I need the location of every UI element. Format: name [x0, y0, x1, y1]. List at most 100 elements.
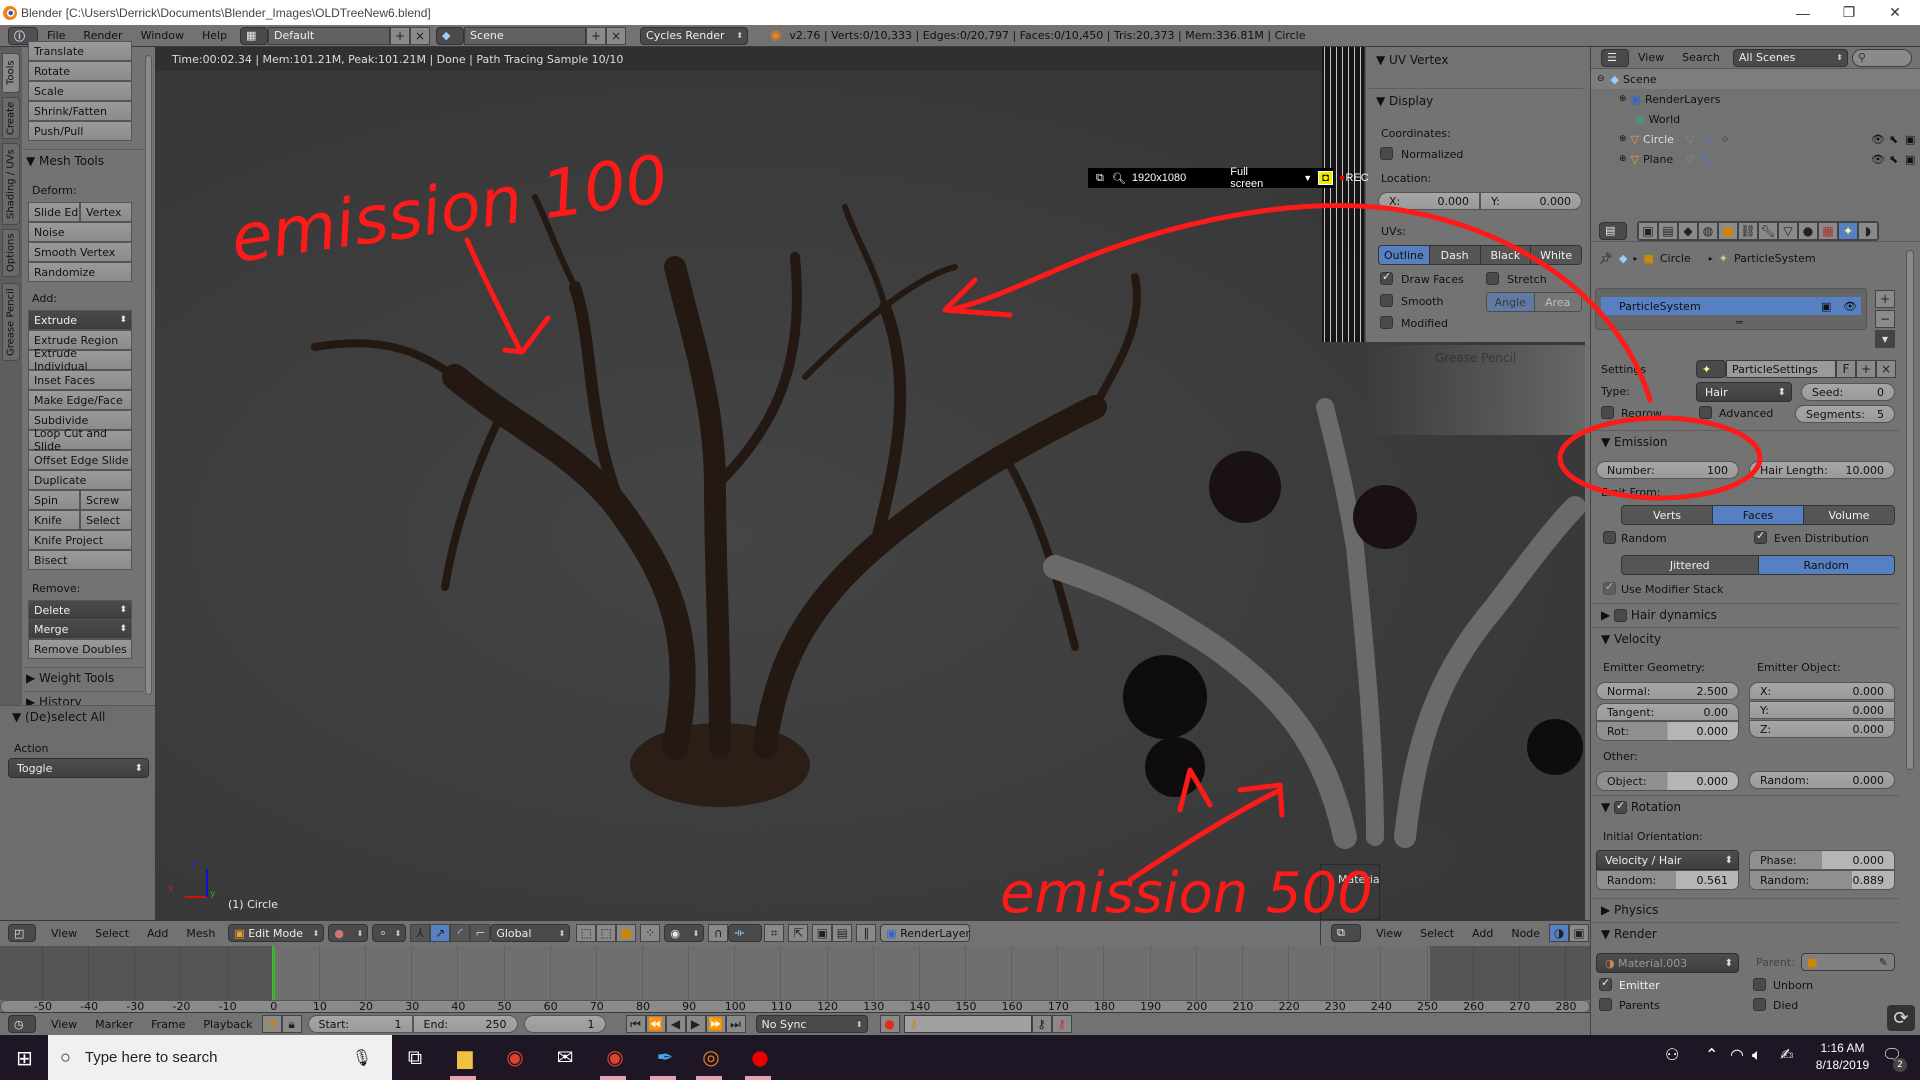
distribution-random[interactable]: Random: [1758, 556, 1894, 574]
expand-icon[interactable]: ⊕: [1619, 94, 1627, 104]
rotate-manipulator-icon[interactable]: ◜: [450, 924, 471, 942]
snap-magnet-icon[interactable]: ∩: [708, 924, 729, 942]
velocity-panel-header[interactable]: ▼ Velocity: [1601, 632, 1661, 646]
pin-icon[interactable]: 📌︎: [1599, 252, 1613, 265]
offset-edge-slide-button[interactable]: Offset Edge Slide: [28, 450, 132, 470]
stretch-mode-area[interactable]: Area: [1534, 293, 1581, 311]
preview-range-icon[interactable]: ◔: [261, 1015, 282, 1033]
layout-selector-button[interactable]: ▦: [240, 26, 269, 45]
dropdown-arrow-icon[interactable]: ▼: [1303, 173, 1312, 183]
opengl-render-image-icon[interactable]: ▣: [812, 924, 833, 942]
tab-grease-pencil[interactable]: Grease Pencil: [2, 283, 20, 361]
outliner-menu-search[interactable]: Search: [1673, 51, 1729, 64]
stretch-checkbox[interactable]: [1486, 272, 1499, 285]
chrome-icon[interactable]: ◉: [500, 1042, 530, 1072]
display-panel-header[interactable]: ▼ Display: [1376, 94, 1433, 108]
pivot-point-dropdown[interactable]: ⚬ ⬍: [372, 924, 407, 942]
visibility-eye-icon[interactable]: 👁︎: [1871, 153, 1885, 166]
render-unborn-checkbox[interactable]: [1753, 978, 1766, 991]
regrow-checkbox[interactable]: [1601, 406, 1614, 419]
end-frame-field[interactable]: End: 250: [412, 1015, 518, 1033]
screen-recorder-taskbar-icon[interactable]: ●: [745, 1042, 775, 1072]
window-mode-icon[interactable]: ⧉: [1096, 172, 1104, 185]
transform-orientation-dropdown[interactable]: Global ⬍: [490, 924, 571, 942]
taskbar-search-box[interactable]: ○ Type here to search 🎙︎: [48, 1035, 392, 1080]
playback-menu[interactable]: Playback: [194, 1018, 261, 1031]
render-panel-header[interactable]: ▼ Render: [1601, 927, 1657, 941]
emit-from-volume[interactable]: Volume: [1804, 506, 1894, 524]
layout-name-field[interactable]: Default: [268, 26, 391, 45]
shader-nodes-icon[interactable]: ◑: [1549, 924, 1570, 942]
add-layout-button[interactable]: +: [390, 26, 411, 45]
scene-selector-button[interactable]: ◆: [436, 26, 465, 45]
emission-number-field[interactable]: Number: 100: [1596, 461, 1739, 479]
maximize-button[interactable]: ❐: [1826, 0, 1872, 25]
renderability-camera-icon[interactable]: ▣: [1905, 153, 1915, 166]
spin-button[interactable]: Spin: [28, 490, 80, 510]
uv-mode-white[interactable]: White: [1531, 246, 1581, 264]
render-emitter-checkbox[interactable]: [1599, 976, 1612, 991]
emit-from-faces[interactable]: Faces: [1713, 506, 1804, 524]
edge-select-icon[interactable]: ⬚: [596, 924, 617, 942]
render-layers-tab-icon[interactable]: ▤: [1658, 221, 1678, 240]
initial-orientation-dropdown[interactable]: Velocity / Hair: [1596, 850, 1739, 870]
expand-icon[interactable]: ⊕: [1619, 134, 1627, 144]
rotation-panel-header[interactable]: ▼ Rotation: [1601, 799, 1681, 814]
scale-button[interactable]: Scale: [28, 81, 132, 101]
knife-project-button[interactable]: Knife Project: [28, 530, 132, 550]
render-toggle-icon[interactable]: ▣: [1821, 300, 1831, 313]
menu-window[interactable]: Window: [132, 29, 193, 42]
mail-icon[interactable]: ✉: [550, 1042, 580, 1072]
editor-type-3d-view-button[interactable]: ◰: [8, 924, 36, 942]
inset-faces-button[interactable]: Inset Faces: [28, 370, 132, 390]
tool-shelf-scrollbar[interactable]: [145, 55, 152, 695]
scene-tab-icon[interactable]: ◆: [1678, 221, 1698, 240]
remove-particle-system-button[interactable]: −: [1875, 310, 1895, 328]
particle-system-specials-button[interactable]: ▾: [1875, 330, 1895, 348]
emission-panel-header[interactable]: ▼ Emission: [1601, 435, 1667, 449]
node-select-menu[interactable]: Select: [1411, 927, 1463, 940]
smooth-checkbox[interactable]: [1380, 294, 1393, 307]
emit-random-checkbox[interactable]: [1603, 531, 1616, 544]
outliner-item-plane[interactable]: ⊕ ▽ Plane ▽ 🔧︎ 👁︎ ⬉ ▣: [1591, 149, 1920, 169]
knife-select-button[interactable]: Select: [80, 510, 132, 530]
delete-layout-button[interactable]: ×: [410, 26, 431, 45]
node-node-menu[interactable]: Node: [1502, 927, 1549, 940]
material-tab-icon[interactable]: ●: [1798, 221, 1818, 240]
remove-doubles-button[interactable]: Remove Doubles: [28, 639, 132, 659]
outliner-item-renderlayers[interactable]: ⊕ ▣ RenderLayers: [1591, 89, 1920, 109]
camera-icon[interactable]: ◘: [1318, 171, 1333, 185]
use-modifier-stack-checkbox[interactable]: [1603, 580, 1616, 595]
timeline-view-menu[interactable]: View: [42, 1018, 86, 1031]
particle-settings-name-field[interactable]: ParticleSettings: [1726, 360, 1836, 378]
sync-mode-dropdown[interactable]: No Sync ⬍: [755, 1015, 868, 1033]
rotation-checkbox[interactable]: [1614, 799, 1628, 814]
pen-ink-icon[interactable]: ✍: [1780, 1045, 1793, 1064]
zoom-icon[interactable]: 🔍︎: [1112, 172, 1126, 185]
bisect-button[interactable]: Bisect: [28, 550, 132, 570]
play-reverse-icon[interactable]: ◀: [665, 1015, 686, 1033]
timeline-area[interactable]: [0, 946, 1590, 1000]
frame-menu[interactable]: Frame: [142, 1018, 194, 1031]
velocity-rot-slider[interactable]: Rot: 0.000: [1596, 721, 1739, 741]
render-parents-checkbox[interactable]: [1599, 998, 1612, 1011]
selectability-cursor-icon[interactable]: ⬉: [1889, 153, 1898, 166]
insert-keyframe-icon[interactable]: ⚷: [1031, 1015, 1052, 1033]
advanced-checkbox[interactable]: [1699, 406, 1712, 419]
volume-icon[interactable]: 🔈︎: [1752, 1045, 1762, 1065]
selectability-cursor-icon[interactable]: ⬉: [1889, 133, 1898, 146]
uv-location-x-field[interactable]: X: 0.000: [1378, 192, 1480, 210]
uv-mode-black[interactable]: Black: [1480, 246, 1532, 264]
tab-create[interactable]: Create: [2, 97, 20, 139]
weight-tools-panel-header[interactable]: ▶ Weight Tools: [26, 671, 114, 685]
randomize-button[interactable]: Randomize: [28, 262, 132, 282]
seed-field[interactable]: Seed: 0: [1801, 383, 1895, 401]
object-tab-icon[interactable]: ■: [1718, 221, 1738, 240]
outliner-menu-view[interactable]: View: [1629, 51, 1673, 64]
show-hidden-icons-chevron[interactable]: ⌃: [1705, 1045, 1718, 1064]
node-add-menu[interactable]: Add: [1463, 927, 1502, 940]
menu-help[interactable]: Help: [193, 29, 236, 42]
parent-object-field[interactable]: ■ ✎: [1801, 953, 1895, 971]
particles-tab-icon[interactable]: ✦: [1838, 221, 1858, 240]
capture-mode-dropdown[interactable]: Full screen: [1230, 166, 1263, 190]
